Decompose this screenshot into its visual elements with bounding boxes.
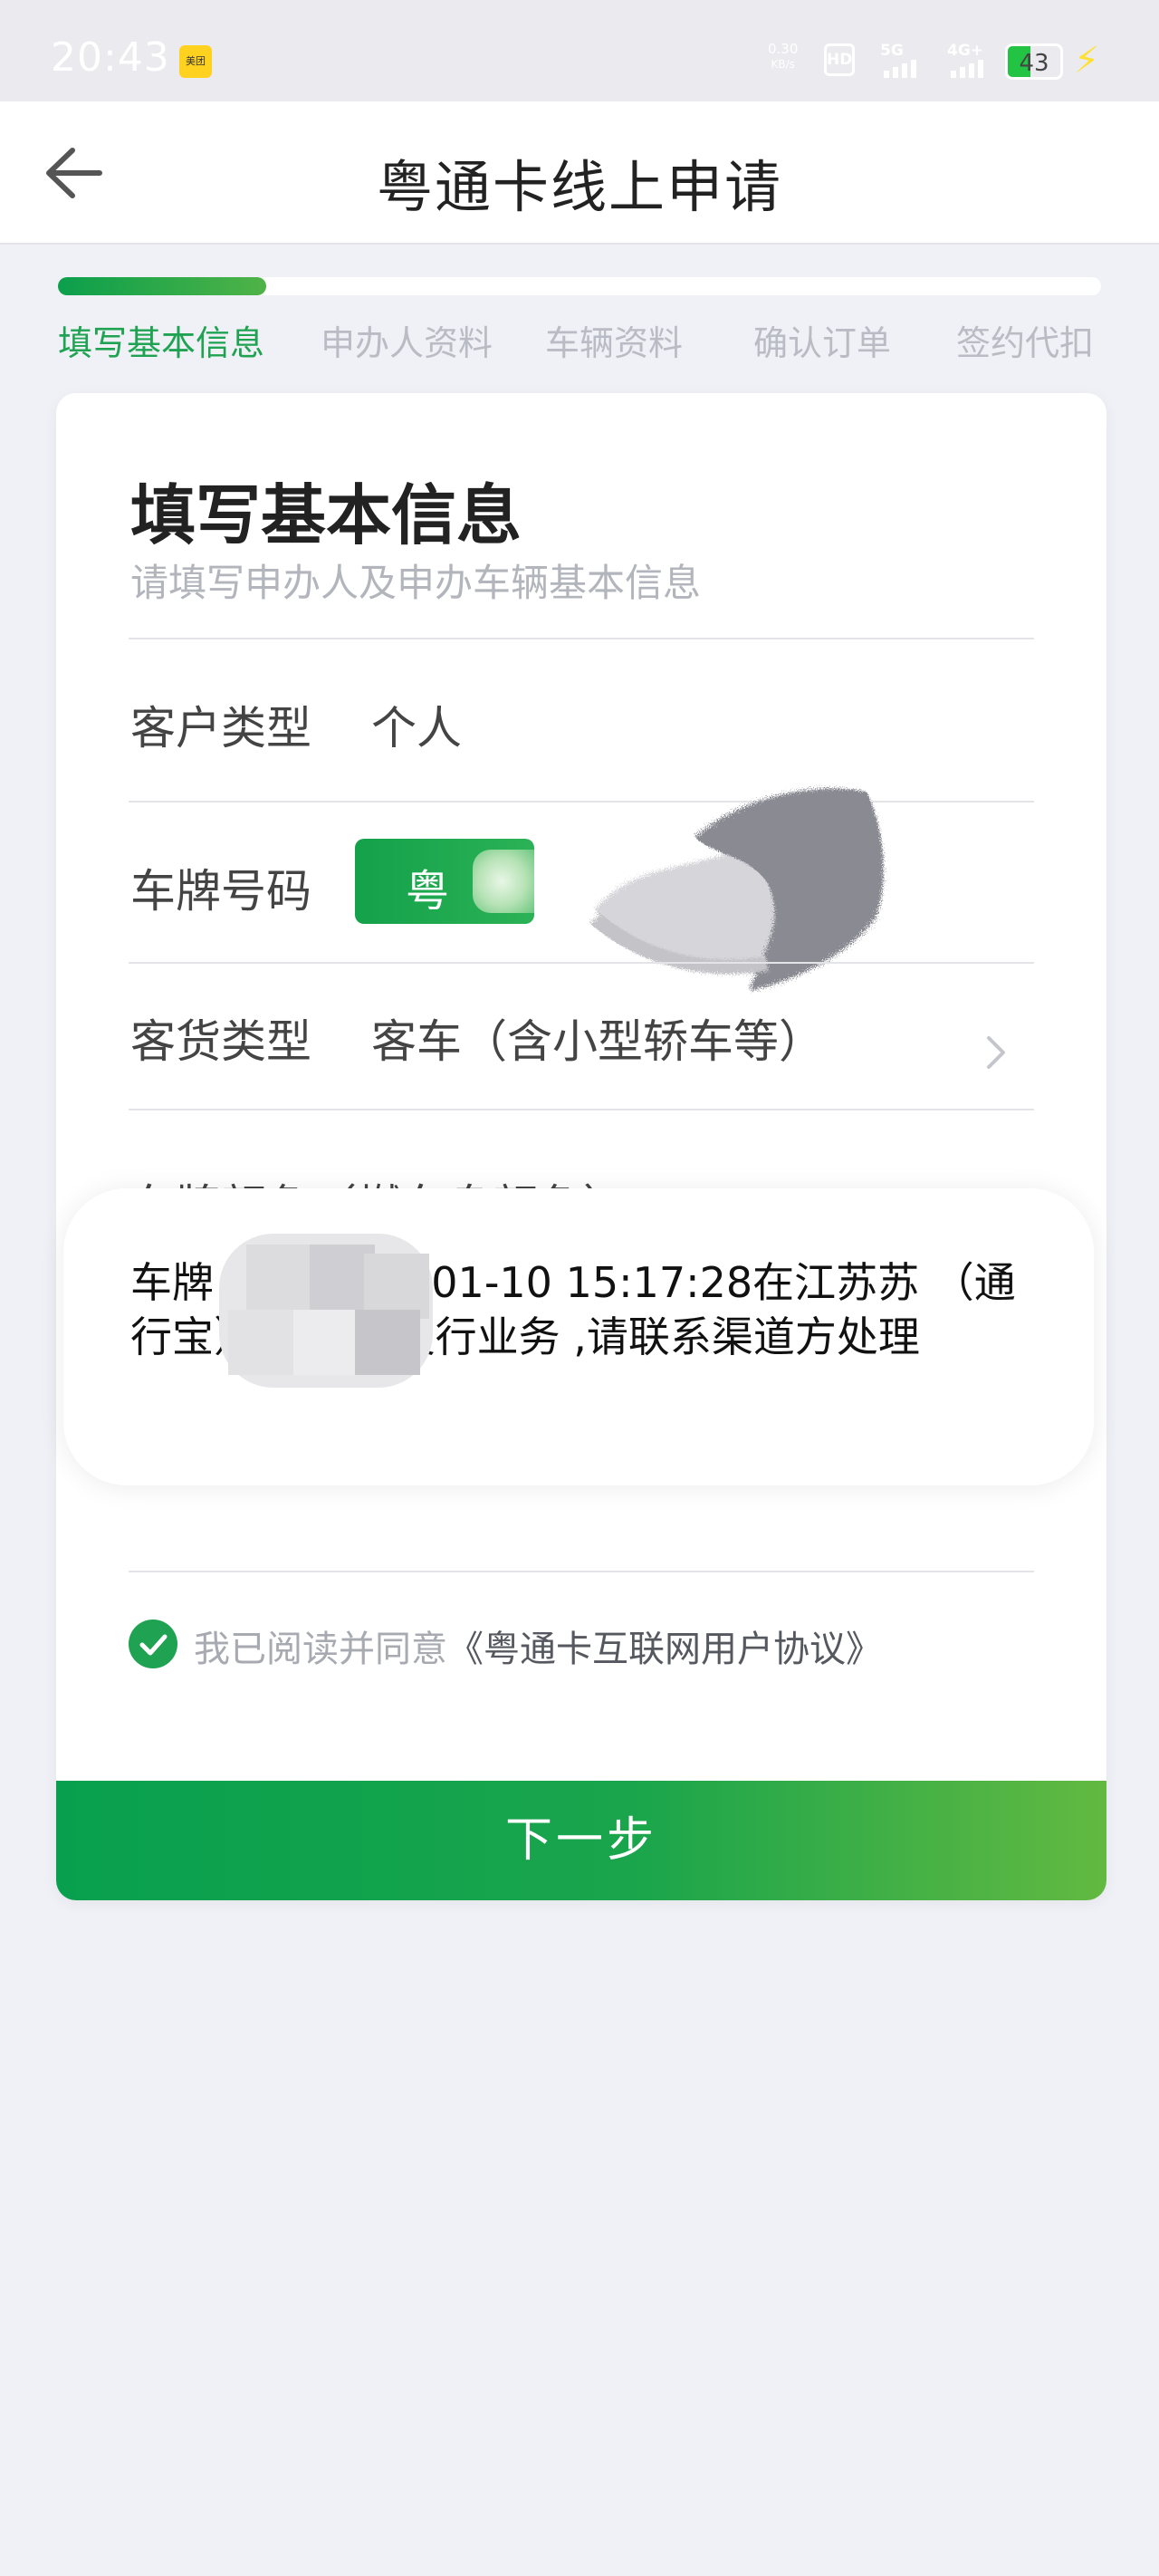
agreement-link[interactable]: 《粤通卡互联网用户协议》: [447, 1629, 882, 1670]
agreement-text: 我已阅读并同意《粤通卡互联网用户协议》: [194, 1620, 882, 1672]
divider: [129, 962, 1034, 964]
form-card: 填写基本信息 请填写申办人及申办车辆基本信息 客户类型 个人 车牌号码 粤 客货…: [56, 393, 1106, 1900]
status-time: 20:43: [51, 34, 170, 81]
progress-bar: [58, 277, 1101, 295]
sim2-label: 4G+: [947, 42, 984, 60]
mosaic-redaction: [219, 1234, 433, 1388]
sim1-label: 5G: [880, 42, 904, 60]
battery-level: 43: [1019, 50, 1049, 77]
agreement-prefix: 我已阅读并同意: [194, 1629, 447, 1670]
progress-fill: [58, 277, 267, 295]
step-confirm-order: 确认订单: [753, 323, 892, 363]
plate-number-label: 车牌号码: [130, 865, 311, 918]
step-indicator: 填写基本信息 申办人资料 车辆资料 确认订单 签约代扣: [0, 315, 1159, 363]
app-header: 粤通卡线上申请: [0, 101, 1159, 245]
chevron-right-icon[interactable]: [978, 1025, 1014, 1080]
plate-number-input[interactable]: 粤: [355, 839, 534, 924]
network-speed-unit: KB/s: [771, 58, 795, 71]
error-toast: 车牌 已在2019-01-10 15:17:28在江苏苏 （通行宝）,办理过发行…: [63, 1188, 1094, 1485]
cargo-type-label: 客货类型: [130, 1015, 311, 1068]
form-title: 填写基本信息: [130, 477, 522, 553]
page-title: 粤通卡线上申请: [376, 154, 782, 220]
meituan-notification-icon: 美团: [179, 45, 212, 78]
divider: [129, 1571, 1034, 1572]
customer-type-label: 客户类型: [130, 702, 311, 755]
step-vehicle-info: 车辆资料: [545, 323, 684, 363]
plate-redaction: [473, 850, 534, 913]
divider: [129, 638, 1034, 639]
step-sign-autopay: 签约代扣: [956, 323, 1095, 363]
redaction-scribble: [589, 788, 884, 991]
battery-icon: 43: [1005, 43, 1063, 80]
next-step-button[interactable]: 下一步: [56, 1781, 1106, 1900]
divider: [129, 1109, 1034, 1110]
network-speed-value: 0.30: [768, 41, 799, 57]
charging-bolt-icon: ⚡: [1074, 40, 1100, 82]
check-circle-icon[interactable]: [129, 1620, 177, 1668]
form-subtitle: 请填写申办人及申办车辆基本信息: [130, 561, 702, 605]
step-basic-info: 填写基本信息: [58, 323, 265, 363]
step-applicant-info: 申办人资料: [321, 323, 493, 363]
network-speed: 0.30 KB/s: [768, 42, 798, 72]
customer-type-value[interactable]: 个人: [371, 692, 462, 757]
status-bar: 20:43 美团 0.30 KB/s HD 5G 4G+ 43 ⚡: [0, 0, 1159, 101]
hd-voice-icon: HD: [824, 43, 855, 76]
cargo-type-value[interactable]: 客车（含小型轿车等）: [371, 1005, 824, 1071]
